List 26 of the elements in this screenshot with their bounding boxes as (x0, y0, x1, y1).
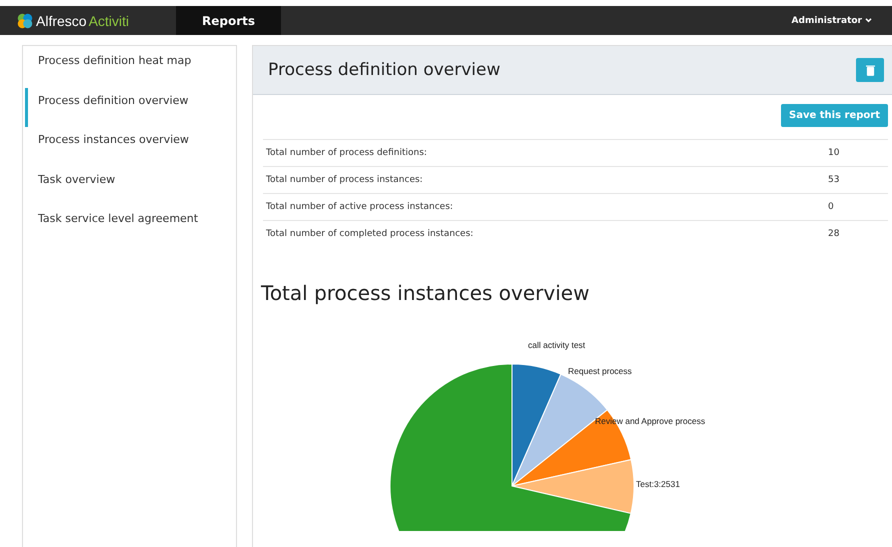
slice-label: Request process (568, 366, 632, 376)
user-menu[interactable]: Administrator (786, 14, 878, 26)
chart-title: Total process instances overview (261, 281, 590, 305)
stat-label: Total number of active process instances: (266, 202, 454, 212)
trash-icon (866, 64, 874, 76)
slice-label: call activity test (528, 340, 586, 350)
stat-value: 53 (828, 175, 840, 185)
sidebar-item[interactable]: Process definition heat map (25, 48, 236, 88)
stat-value: 0 (828, 202, 835, 212)
logo-text: Activiti (88, 12, 130, 28)
delete-button[interactable] (856, 58, 884, 82)
sidebar-item[interactable]: Process instances overview (25, 127, 236, 166)
logo-text: Alfresco (36, 12, 87, 28)
logo-icon (16, 12, 34, 30)
stat-label: Total number of completed process instances: (266, 229, 474, 239)
sidebar-item[interactable]: Task overview (25, 166, 236, 206)
caret-icon (865, 18, 872, 23)
slice-label: Test:3:2531 (636, 479, 680, 489)
stat-value: 10 (828, 148, 840, 158)
stat-value: 28 (828, 229, 840, 239)
sidebar-item[interactable]: Task service level agreement (25, 206, 236, 246)
nav-tab[interactable]: Reports (176, 6, 282, 35)
stat-label: Total number of process instances: (266, 175, 424, 185)
report-title: Process definition overview (268, 60, 500, 80)
stat-label: Total number of process definitions: (266, 148, 428, 158)
sidebar-item[interactable]: Process definition overview (25, 88, 236, 127)
